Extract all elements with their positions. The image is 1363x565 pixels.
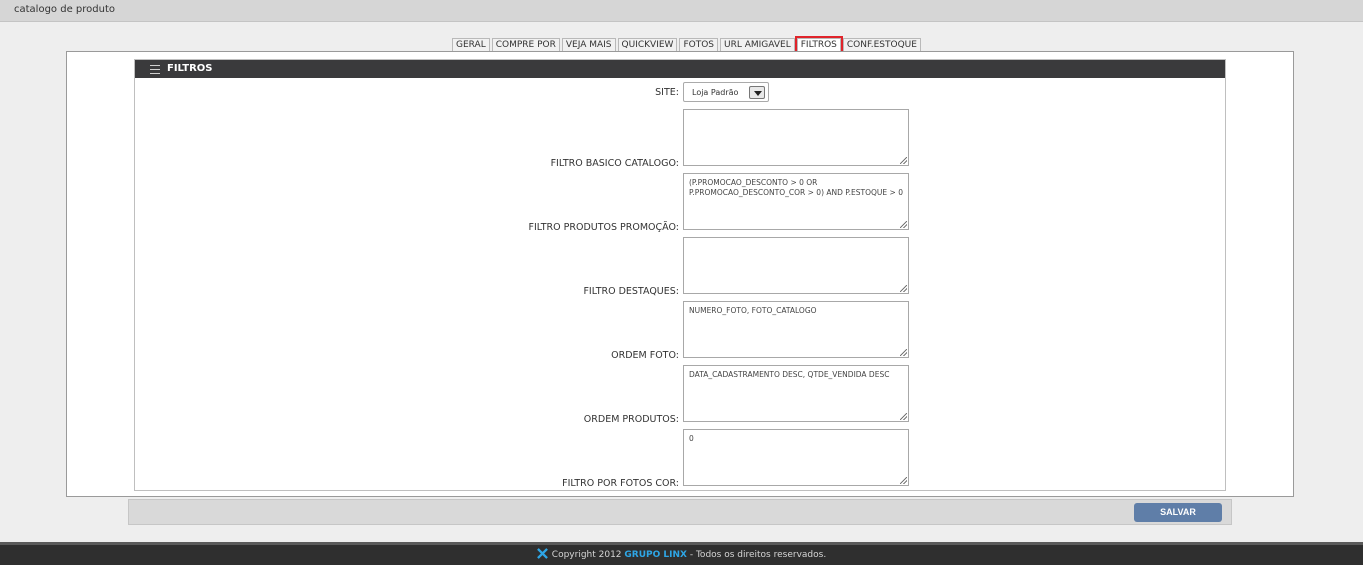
top-bar: catalogo de produto [0, 0, 1363, 22]
site-select-value: Loja Padrão [692, 88, 739, 97]
tab-fotos[interactable]: FOTOS [679, 38, 719, 51]
brand-link[interactable]: GRUPO LINX [624, 550, 687, 560]
filtro-basico-label: FILTRO BASICO CATALOGO: [550, 158, 679, 169]
ordem-produtos-label: ORDEM PRODUTOS: [583, 414, 679, 425]
panel-header: FILTROS [135, 60, 1225, 78]
app-title: catalogo de produto [14, 4, 115, 15]
filtro-promocao-label: FILTRO PRODUTOS PROMOÇÃO: [528, 222, 679, 233]
site-label: SITE: [655, 87, 679, 98]
ordem-produtos-textarea[interactable]: DATA_CADASTRAMENTO DESC, QTDE_VENDIDA DE… [683, 365, 909, 422]
ordem-foto-textarea[interactable]: NUMERO_FOTO, FOTO_CATALOGO [683, 301, 909, 358]
action-bar: SALVAR [128, 499, 1232, 525]
linx-logo-icon [536, 548, 548, 559]
tab-conf-estoque[interactable]: CONF.ESTOQUE [842, 38, 921, 51]
tab-geral[interactable]: GERAL [452, 38, 490, 51]
site-select[interactable]: Loja Padrão [683, 82, 769, 102]
ordem-foto-label: ORDEM FOTO: [611, 350, 679, 361]
save-button[interactable]: SALVAR [1134, 503, 1222, 522]
filtro-fotos-cor-label: FILTRO POR FOTOS COR: [562, 478, 679, 489]
filtro-fotos-cor-textarea[interactable]: 0 [683, 429, 909, 486]
filtros-panel: FILTROS SITE: Loja Padrão FILTRO BASICO … [134, 59, 1226, 491]
tab-bar: GERAL COMPRE POR VEJA MAIS QUICKVIEW FOT… [452, 36, 921, 53]
page-footer: Copyright 2012 GRUPO LINX - Todos os dir… [0, 542, 1363, 565]
filtro-promocao-textarea[interactable]: (P.PROMOCAO_DESCONTO > 0 OR P.PROMOCAO_D… [683, 173, 909, 230]
copyright-text: Copyright 2012 [551, 550, 622, 560]
resize-grip-icon[interactable] [900, 349, 907, 356]
tab-compre-por[interactable]: COMPRE POR [491, 38, 560, 51]
resize-grip-icon[interactable] [900, 157, 907, 164]
resize-grip-icon[interactable] [900, 285, 907, 292]
filtro-destaques-label: FILTRO DESTAQUES: [583, 286, 679, 297]
rights-text: - Todos os direitos reservados. [689, 550, 827, 560]
tab-quickview[interactable]: QUICKVIEW [617, 38, 678, 51]
menu-icon [150, 65, 160, 74]
panel-title: FILTROS [167, 63, 213, 74]
tab-veja-mais[interactable]: VEJA MAIS [561, 38, 616, 51]
tab-filtros[interactable]: FILTROS [794, 36, 843, 53]
filtro-basico-textarea[interactable] [683, 109, 909, 166]
chevron-down-icon[interactable] [749, 86, 765, 99]
resize-grip-icon[interactable] [900, 477, 907, 484]
tab-url-amigavel[interactable]: URL AMIGAVEL [720, 38, 795, 51]
resize-grip-icon[interactable] [900, 413, 907, 420]
filtro-destaques-textarea[interactable] [683, 237, 909, 294]
resize-grip-icon[interactable] [900, 221, 907, 228]
